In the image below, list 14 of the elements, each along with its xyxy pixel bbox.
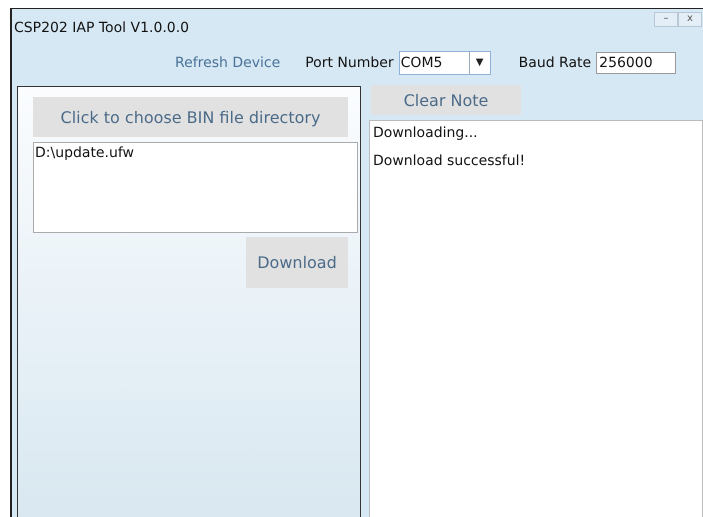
choose-directory-button[interactable]: Click to choose BIN file directory: [33, 97, 348, 137]
baud-rate-field[interactable]: 256000: [596, 52, 676, 74]
refresh-device-link[interactable]: Refresh Device: [175, 55, 280, 71]
window-title: CSP202 IAP Tool V1.0.0.0: [13, 20, 190, 36]
port-number-label: Port Number: [305, 55, 394, 71]
log-line: Downloading...: [373, 125, 479, 143]
minimize-button[interactable]: –: [654, 12, 678, 27]
download-button[interactable]: Download: [246, 237, 348, 288]
clear-note-button[interactable]: Clear Note: [371, 85, 521, 115]
close-button[interactable]: x: [678, 12, 702, 27]
port-number-dropdown[interactable]: COM5 ▼: [398, 51, 491, 75]
log-line: Download successful!: [373, 153, 526, 171]
baud-rate-label: Baud Rate: [518, 55, 592, 71]
file-path-field[interactable]: D:\update.ufw: [33, 142, 358, 233]
